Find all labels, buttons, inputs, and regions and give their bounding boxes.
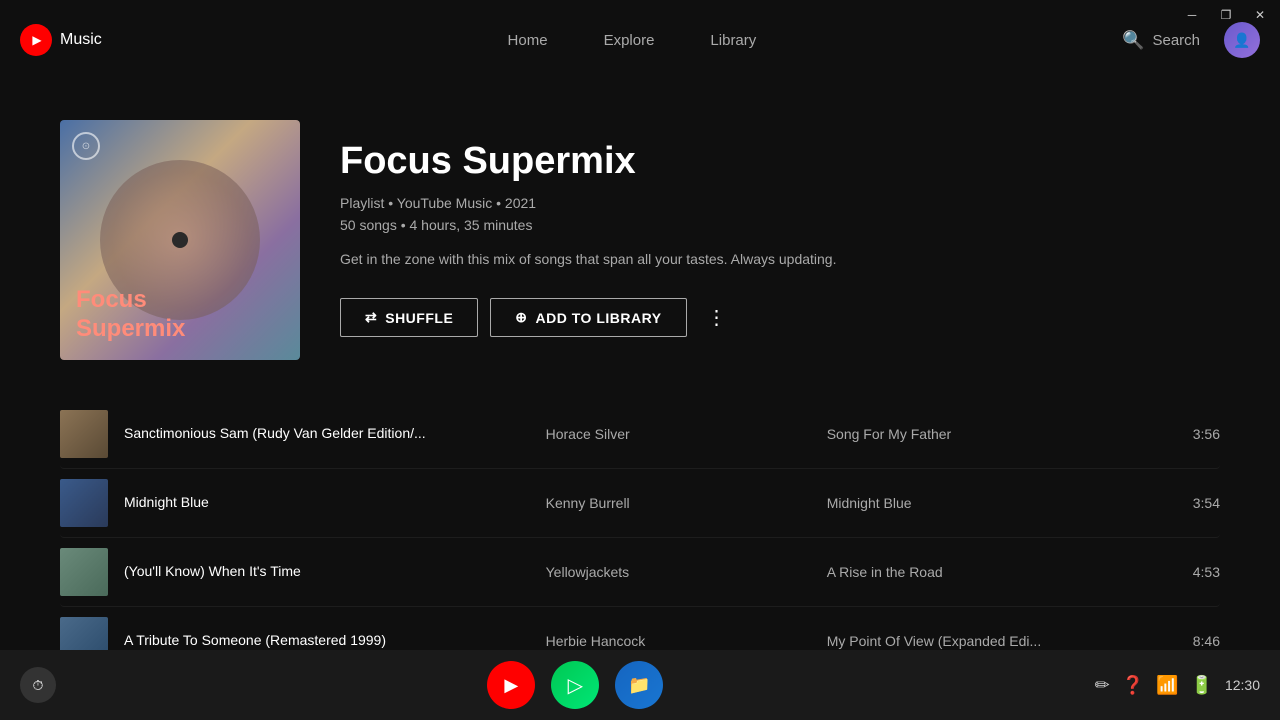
nav-library[interactable]: Library bbox=[682, 24, 784, 57]
song-title-area: A Tribute To Someone (Remastered 1999) bbox=[124, 632, 546, 650]
song-list: Sanctimonious Sam (Rudy Van Gelder Editi… bbox=[60, 400, 1220, 650]
minimize-button[interactable]: ─ bbox=[1176, 0, 1208, 30]
song-duration: 4:53 bbox=[1180, 564, 1220, 580]
add-icon: ⊕ bbox=[515, 309, 527, 326]
search-label[interactable]: Search bbox=[1152, 32, 1200, 49]
close-button[interactable]: ✕ bbox=[1244, 0, 1276, 30]
song-duration: 8:46 bbox=[1180, 633, 1220, 649]
song-row[interactable]: A Tribute To Someone (Remastered 1999) H… bbox=[60, 607, 1220, 650]
taskbar-left: ⏱ bbox=[20, 667, 56, 703]
titlebar: ─ ❐ ✕ bbox=[1160, 0, 1280, 30]
taskbar-play-store-icon[interactable]: ▷ bbox=[551, 661, 599, 709]
taskbar-right: ✏ ❓ 📶 🔋 12:30 bbox=[1095, 675, 1260, 696]
song-artist: Kenny Burrell bbox=[546, 495, 827, 511]
song-thumbnail bbox=[60, 410, 108, 458]
art-record-icon: ⊙ bbox=[72, 132, 100, 160]
song-artist: Herbie Hancock bbox=[546, 633, 827, 649]
playlist-actions: ⇄ SHUFFLE ⊕ ADD TO LIBRARY ⋮ bbox=[340, 298, 1220, 337]
song-title-area: (You'll Know) When It's Time bbox=[124, 563, 546, 581]
search-icon[interactable]: 🔍 bbox=[1122, 30, 1144, 51]
song-artist: Yellowjackets bbox=[546, 564, 827, 580]
logo-text: Music bbox=[60, 31, 102, 49]
shuffle-label: SHUFFLE bbox=[385, 310, 453, 326]
more-options-button[interactable]: ⋮ bbox=[699, 300, 735, 336]
song-thumbnail bbox=[60, 548, 108, 596]
battery-icon[interactable]: 🔋 bbox=[1191, 675, 1213, 696]
clock-time: 12:30 bbox=[1225, 677, 1260, 693]
search-area: 🔍 Search bbox=[1122, 30, 1200, 51]
playlist-title: Focus Supermix bbox=[340, 140, 1220, 183]
search-pencil-icon[interactable]: ✏ bbox=[1095, 675, 1110, 696]
song-album: My Point Of View (Expanded Edi... bbox=[827, 633, 1164, 649]
taskbar-clock-icon[interactable]: ⏱ bbox=[20, 667, 56, 703]
taskbar-center: ▶ ▷ 📁 bbox=[487, 661, 663, 709]
header: Music Home Explore Library 🔍 Search 👤 bbox=[0, 0, 1280, 80]
nav-home[interactable]: Home bbox=[480, 24, 576, 57]
playlist-artwork: ⊙ Focus Supermix bbox=[60, 120, 300, 360]
song-thumbnail bbox=[60, 479, 108, 527]
song-title-area: Midnight Blue bbox=[124, 494, 546, 512]
song-row[interactable]: (You'll Know) When It's Time Yellowjacke… bbox=[60, 538, 1220, 607]
art-text-line2: Supermix bbox=[76, 315, 185, 344]
add-to-library-button[interactable]: ⊕ ADD TO LIBRARY bbox=[490, 298, 686, 337]
song-thumbnail bbox=[60, 617, 108, 650]
taskbar-files-icon[interactable]: 📁 bbox=[615, 661, 663, 709]
nav-explore[interactable]: Explore bbox=[576, 24, 683, 57]
question-icon[interactable]: ❓ bbox=[1122, 675, 1144, 696]
main-content: ⊙ Focus Supermix Focus Supermix Playlist… bbox=[0, 80, 1280, 650]
song-title: Midnight Blue bbox=[124, 494, 209, 510]
art-text: Focus Supermix bbox=[76, 286, 185, 344]
song-artist: Horace Silver bbox=[546, 426, 827, 442]
song-title: (You'll Know) When It's Time bbox=[124, 563, 301, 579]
art-inner-circle bbox=[172, 232, 188, 248]
youtube-music-logo-icon bbox=[20, 24, 52, 56]
song-album: A Rise in the Road bbox=[827, 564, 1164, 580]
song-title: Sanctimonious Sam (Rudy Van Gelder Editi… bbox=[124, 425, 426, 441]
playlist-meta-line1: Playlist • YouTube Music • 2021 bbox=[340, 195, 1220, 211]
song-duration: 3:56 bbox=[1180, 426, 1220, 442]
taskbar-youtube-music-icon[interactable]: ▶ bbox=[487, 661, 535, 709]
taskbar: ⏱ ▶ ▷ 📁 ✏ ❓ 📶 🔋 12:30 bbox=[0, 650, 1280, 720]
shuffle-icon: ⇄ bbox=[365, 309, 377, 326]
maximize-button[interactable]: ❐ bbox=[1210, 0, 1242, 30]
song-title: A Tribute To Someone (Remastered 1999) bbox=[124, 632, 386, 648]
shuffle-button[interactable]: ⇄ SHUFFLE bbox=[340, 298, 478, 337]
song-album: Song For My Father bbox=[827, 426, 1164, 442]
wifi-icon[interactable]: 📶 bbox=[1156, 675, 1178, 696]
song-title-area: Sanctimonious Sam (Rudy Van Gelder Editi… bbox=[124, 425, 546, 443]
playlist-description: Get in the zone with this mix of songs t… bbox=[340, 249, 1220, 270]
song-row[interactable]: Midnight Blue Kenny Burrell Midnight Blu… bbox=[60, 469, 1220, 538]
playlist-meta-line2: 50 songs • 4 hours, 35 minutes bbox=[340, 217, 1220, 233]
playlist-header: ⊙ Focus Supermix Focus Supermix Playlist… bbox=[60, 120, 1220, 360]
song-row[interactable]: Sanctimonious Sam (Rudy Van Gelder Editi… bbox=[60, 400, 1220, 469]
logo[interactable]: Music bbox=[20, 24, 102, 56]
art-text-line1: Focus bbox=[76, 286, 185, 315]
song-album: Midnight Blue bbox=[827, 495, 1164, 511]
add-to-library-label: ADD TO LIBRARY bbox=[536, 310, 662, 326]
main-nav: Home Explore Library bbox=[142, 24, 1122, 57]
playlist-info: Focus Supermix Playlist • YouTube Music … bbox=[340, 120, 1220, 337]
song-duration: 3:54 bbox=[1180, 495, 1220, 511]
